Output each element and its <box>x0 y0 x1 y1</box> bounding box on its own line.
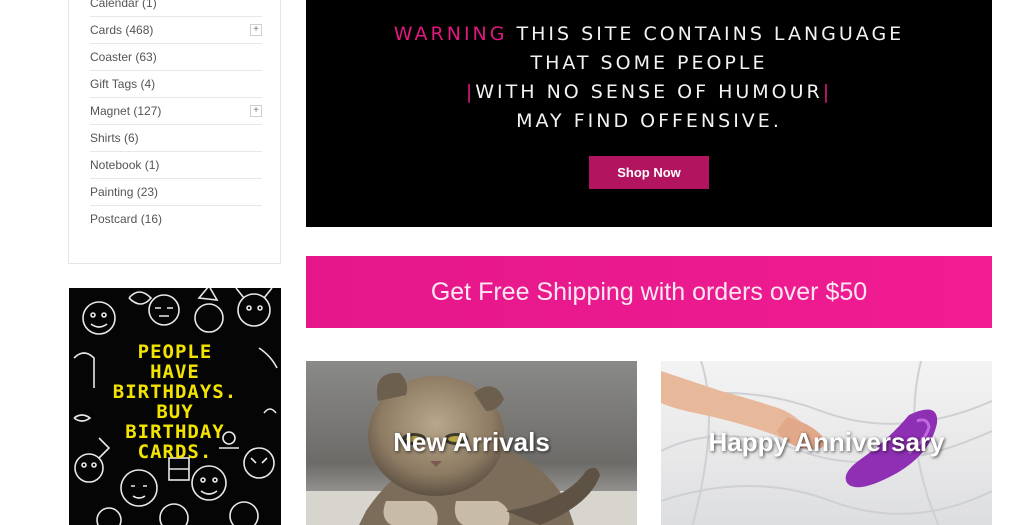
banner-line: BIRTHDAY <box>125 421 225 443</box>
category-item-painting[interactable]: Painting (23) <box>90 179 262 206</box>
warning-line-3: |WITH NO SENSE OF HUMOUR| <box>306 78 992 107</box>
warning-word: WARNING <box>393 23 508 45</box>
category-label[interactable]: Shirts (6) <box>90 131 139 145</box>
warning-line-4: MAY FIND OFFENSIVE. <box>516 110 782 132</box>
warning-line-1: WARNING THIS SITE CONTAINS LANGUAGE <box>306 20 992 49</box>
category-label[interactable]: Painting (23) <box>90 185 158 199</box>
happy-anniversary-label[interactable]: Happy Anniversary <box>661 427 992 458</box>
expand-plus-icon[interactable]: + <box>250 24 262 36</box>
banner-line: BUY <box>156 401 194 423</box>
warning-line-1-text: THIS SITE CONTAINS LANGUAGE <box>507 23 905 45</box>
new-arrivals-tile[interactable]: New Arrivals <box>306 361 637 525</box>
banner-line: PEOPLE <box>137 341 213 363</box>
hero-banner: WARNING THIS SITE CONTAINS LANGUAGE THAT… <box>306 0 992 227</box>
expand-plus-icon[interactable]: + <box>250 105 262 117</box>
banner-line: HAVE <box>150 361 200 383</box>
category-sidebar: Calendar (1) Cards (468) + Coaster (63) … <box>68 0 281 264</box>
category-item-calendar[interactable]: Calendar (1) <box>90 0 262 17</box>
banner-line: BIRTHDAYS. <box>112 381 238 403</box>
category-label[interactable]: Postcard (16) <box>90 212 162 226</box>
category-label[interactable]: Notebook (1) <box>90 158 159 172</box>
shop-now-button[interactable]: Shop Now <box>589 156 709 189</box>
warning-line-2: THAT SOME PEOPLE <box>530 52 768 74</box>
category-item-postcard[interactable]: Postcard (16) <box>90 206 262 233</box>
pink-bar-left: | <box>465 81 476 103</box>
category-label[interactable]: Coaster (63) <box>90 50 157 64</box>
category-item-shirts[interactable]: Shirts (6) <box>90 125 262 152</box>
pink-bar-right: | <box>822 81 833 103</box>
new-arrivals-label[interactable]: New Arrivals <box>306 427 637 458</box>
category-item-gift-tags[interactable]: Gift Tags (4) <box>90 71 262 98</box>
birthday-banner-text: PEOPLE HAVE BIRTHDAYS. BUY BIRTHDAY CARD… <box>69 342 281 462</box>
category-list: Calendar (1) Cards (468) + Coaster (63) … <box>90 0 262 233</box>
category-item-notebook[interactable]: Notebook (1) <box>90 152 262 179</box>
warning-message: WARNING THIS SITE CONTAINS LANGUAGE THAT… <box>306 20 992 136</box>
category-item-cards[interactable]: Cards (468) + <box>90 17 262 44</box>
birthday-cards-banner[interactable]: PEOPLE HAVE BIRTHDAYS. BUY BIRTHDAY CARD… <box>69 288 281 525</box>
banner-line: CARDS. <box>137 441 213 463</box>
warning-line-3-text: WITH NO SENSE OF HUMOUR <box>475 81 823 103</box>
free-shipping-banner[interactable]: Get Free Shipping with orders over $50 <box>306 256 992 328</box>
category-item-coaster[interactable]: Coaster (63) <box>90 44 262 71</box>
category-label[interactable]: Cards (468) <box>90 23 153 37</box>
category-label[interactable]: Gift Tags (4) <box>90 77 155 91</box>
category-label[interactable]: Calendar (1) <box>90 0 157 10</box>
category-item-magnet[interactable]: Magnet (127) + <box>90 98 262 125</box>
category-label[interactable]: Magnet (127) <box>90 104 161 118</box>
happy-anniversary-tile[interactable]: Happy Anniversary <box>661 361 992 525</box>
